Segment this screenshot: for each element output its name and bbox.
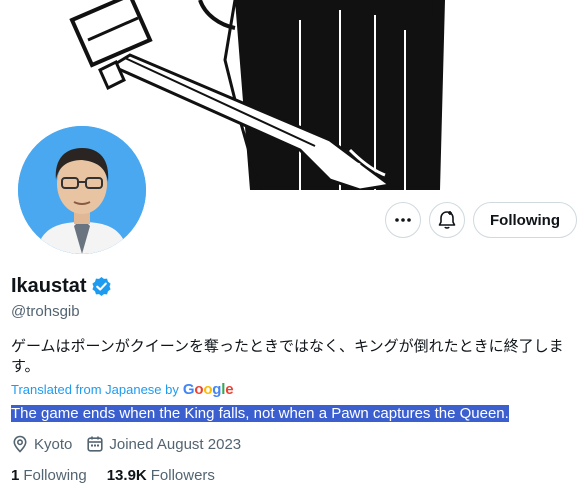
display-name: Ikaustat: [11, 275, 87, 297]
followers-label: Followers: [150, 467, 215, 484]
location-pin-icon: [13, 435, 27, 453]
following-button[interactable]: Following: [473, 202, 577, 238]
verified-badge-icon[interactable]: [91, 276, 112, 297]
following-label: Following: [23, 467, 87, 484]
translated-bio-text: The game ends when the King falls, not w…: [11, 405, 509, 422]
following-count: 1: [11, 467, 20, 484]
google-logo: Google: [182, 381, 234, 398]
translated-from-label[interactable]: Translated from Japanese by: [11, 382, 179, 397]
profile-bio: ゲームはポーンがクイーンを奪ったときではなく、キングが倒れたときに終了します。: [11, 338, 564, 375]
user-handle: @trohsgib: [11, 303, 80, 320]
more-icon: [395, 218, 411, 222]
notify-button[interactable]: [429, 202, 465, 238]
join-date-text: Joined August 2023: [109, 435, 242, 453]
join-date: Joined August 2023: [86, 435, 241, 453]
more-button[interactable]: [385, 202, 421, 238]
translated-bio: The game ends when the King falls, not w…: [11, 404, 509, 424]
bell-icon: [438, 211, 456, 229]
translation-attribution: Translated from Japanese by Google: [11, 381, 234, 398]
location-text: Kyoto: [34, 435, 73, 453]
follow-stats: 1 Following 13.9K Followers: [11, 467, 215, 484]
avatar-photo: [18, 126, 146, 254]
calendar-icon: [87, 436, 103, 452]
profile-meta: Kyoto Joined August 2023: [11, 435, 241, 453]
followers-link[interactable]: 13.9K Followers: [107, 467, 215, 484]
name-row: Ikaustat: [11, 275, 112, 298]
followers-count: 13.9K: [106, 467, 147, 484]
following-link[interactable]: 1 Following: [11, 467, 87, 484]
location: Kyoto: [11, 435, 72, 453]
avatar[interactable]: [14, 122, 150, 258]
